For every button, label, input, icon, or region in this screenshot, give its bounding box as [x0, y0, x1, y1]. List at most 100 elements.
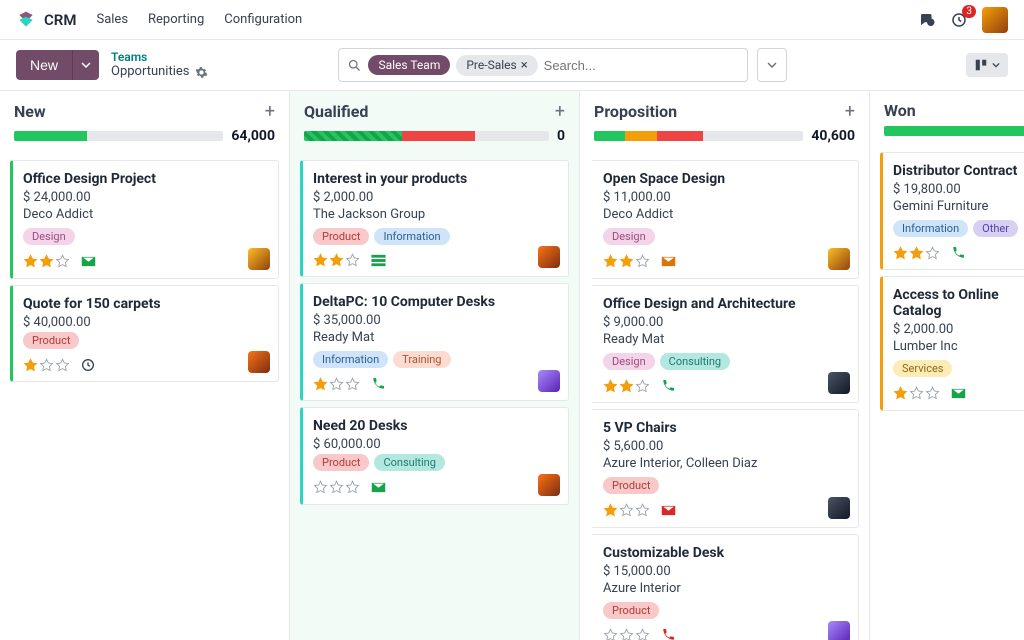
priority-stars[interactable] — [23, 358, 70, 373]
view-switch-kanban[interactable] — [966, 53, 1008, 77]
chevron-down-icon — [992, 61, 1000, 69]
list-icon[interactable] — [370, 253, 387, 268]
add-card-button[interactable]: + — [555, 101, 565, 122]
tag-training[interactable]: Training — [393, 351, 450, 368]
assignee-avatar[interactable] — [538, 246, 560, 268]
envelope-icon[interactable] — [370, 479, 387, 496]
priority-stars[interactable] — [313, 253, 360, 268]
kanban-card[interactable]: Distributor Contract $ 19,800.00 Gemini … — [880, 152, 1024, 270]
assignee-avatar[interactable] — [248, 351, 270, 373]
column-progress-bar — [884, 126, 1024, 136]
phone-icon[interactable] — [660, 627, 676, 640]
user-avatar[interactable] — [982, 7, 1008, 33]
kanban-card[interactable]: 5 VP Chairs $ 5,600.00 Azure Interior, C… — [590, 409, 859, 528]
activity-icon[interactable]: 3 — [950, 11, 968, 29]
priority-stars[interactable] — [893, 246, 940, 261]
breadcrumb-top[interactable]: Teams — [111, 50, 208, 64]
assignee-avatar[interactable] — [828, 248, 850, 270]
tag-product[interactable]: Product — [603, 477, 659, 494]
filter-chip-sales-team[interactable]: Sales Team — [368, 55, 450, 75]
top-nav: CRM Sales Reporting Configuration 3 — [0, 0, 1024, 40]
assignee-avatar[interactable] — [248, 248, 270, 270]
card-customer: Deco Addict — [23, 207, 268, 222]
column-total: 0 — [557, 128, 565, 144]
tag-information[interactable]: Information — [374, 228, 449, 245]
tag-product[interactable]: Product — [313, 228, 369, 245]
notification-badge: 3 — [962, 5, 976, 18]
kanban-card[interactable]: Access to Online Catalog $ 2,000.00 Lumb… — [880, 276, 1024, 411]
tag-services[interactable]: Services — [893, 360, 952, 377]
filter-chip-pre-sales[interactable]: Pre-Sales × — [456, 55, 537, 76]
search-dropdown[interactable] — [757, 48, 787, 82]
card-amount: $ 9,000.00 — [603, 315, 848, 330]
priority-stars[interactable] — [23, 254, 70, 269]
close-icon[interactable]: × — [521, 58, 528, 73]
add-card-button[interactable]: + — [265, 101, 275, 122]
clock-icon[interactable] — [80, 357, 96, 373]
envelope-icon[interactable] — [660, 502, 677, 519]
new-button[interactable]: New — [16, 50, 72, 80]
brand[interactable]: CRM — [16, 10, 76, 30]
messages-icon[interactable] — [918, 11, 936, 29]
kanban-card[interactable]: Customizable Desk $ 15,000.00 Azure Inte… — [590, 534, 859, 640]
column-title: Qualified — [304, 102, 368, 121]
new-button-dropdown[interactable] — [72, 50, 99, 80]
kanban-card[interactable]: Need 20 Desks $ 60,000.00 Product Consul… — [300, 407, 569, 505]
assignee-avatar[interactable] — [828, 497, 850, 519]
gear-icon[interactable] — [195, 66, 208, 79]
tag-product[interactable]: Product — [23, 332, 79, 349]
kanban-icon — [974, 58, 988, 72]
search-bar[interactable]: Sales Team Pre-Sales × — [338, 48, 748, 82]
new-button-group: New — [16, 50, 99, 80]
tag-information[interactable]: Information — [313, 351, 388, 368]
card-customer: Azure Interior, Colleen Diaz — [603, 456, 848, 471]
tag-information[interactable]: Information — [893, 220, 968, 237]
envelope-icon[interactable] — [950, 385, 967, 402]
priority-stars[interactable] — [603, 254, 650, 269]
kanban-card[interactable]: DeltaPC: 10 Computer Desks $ 35,000.00 R… — [300, 283, 569, 401]
nav-sales[interactable]: Sales — [96, 12, 128, 27]
phone-icon[interactable] — [660, 378, 676, 394]
priority-stars[interactable] — [603, 503, 650, 518]
kanban-card[interactable]: Open Space Design $ 11,000.00 Deco Addic… — [590, 160, 859, 279]
tag-design[interactable]: Design — [603, 353, 655, 370]
kanban-card[interactable]: Office Design and Architecture $ 9,000.0… — [590, 285, 859, 403]
envelope-icon[interactable] — [80, 253, 97, 270]
priority-stars[interactable] — [603, 379, 650, 394]
card-customer: Ready Mat — [313, 330, 558, 345]
envelope-icon[interactable] — [660, 253, 677, 270]
tag-product[interactable]: Product — [603, 602, 659, 619]
tag-design[interactable]: Design — [23, 228, 75, 245]
card-amount: $ 2,000.00 — [893, 322, 1024, 337]
brand-icon — [16, 10, 36, 30]
kanban-card[interactable]: Office Design Project $ 24,000.00 Deco A… — [10, 160, 279, 279]
nav-reporting[interactable]: Reporting — [148, 12, 204, 27]
tag-product[interactable]: Product — [313, 454, 369, 471]
priority-stars[interactable] — [603, 628, 650, 640]
nav-configuration[interactable]: Configuration — [224, 12, 302, 27]
assignee-avatar[interactable] — [538, 474, 560, 496]
priority-stars[interactable] — [313, 480, 360, 495]
tag-consulting[interactable]: Consulting — [374, 454, 444, 471]
add-card-button[interactable]: + — [845, 101, 855, 122]
assignee-avatar[interactable] — [828, 372, 850, 394]
card-customer: Lumber Inc — [893, 339, 1024, 354]
priority-stars[interactable] — [313, 377, 360, 392]
assignee-avatar[interactable] — [538, 370, 560, 392]
tag-consulting[interactable]: Consulting — [660, 353, 730, 370]
phone-icon[interactable] — [370, 376, 386, 392]
kanban-card[interactable]: Interest in your products $ 2,000.00 The… — [300, 160, 569, 277]
assignee-avatar[interactable] — [828, 621, 850, 640]
phone-icon[interactable] — [950, 245, 966, 261]
chevron-down-icon — [81, 60, 91, 70]
card-amount: $ 40,000.00 — [23, 315, 268, 330]
kanban-card[interactable]: Quote for 150 carpets $ 40,000.00 Produc… — [10, 285, 279, 382]
card-amount: $ 15,000.00 — [603, 564, 848, 579]
search-input[interactable] — [544, 58, 740, 73]
tag-design[interactable]: Design — [603, 228, 655, 245]
card-amount: $ 19,800.00 — [893, 182, 1024, 197]
column-won: Won Distributor Contract $ 19,800.00 Gem… — [870, 91, 1024, 640]
priority-stars[interactable] — [893, 386, 940, 401]
column-title: New — [14, 102, 46, 121]
tag-other[interactable]: Other — [973, 220, 1018, 237]
